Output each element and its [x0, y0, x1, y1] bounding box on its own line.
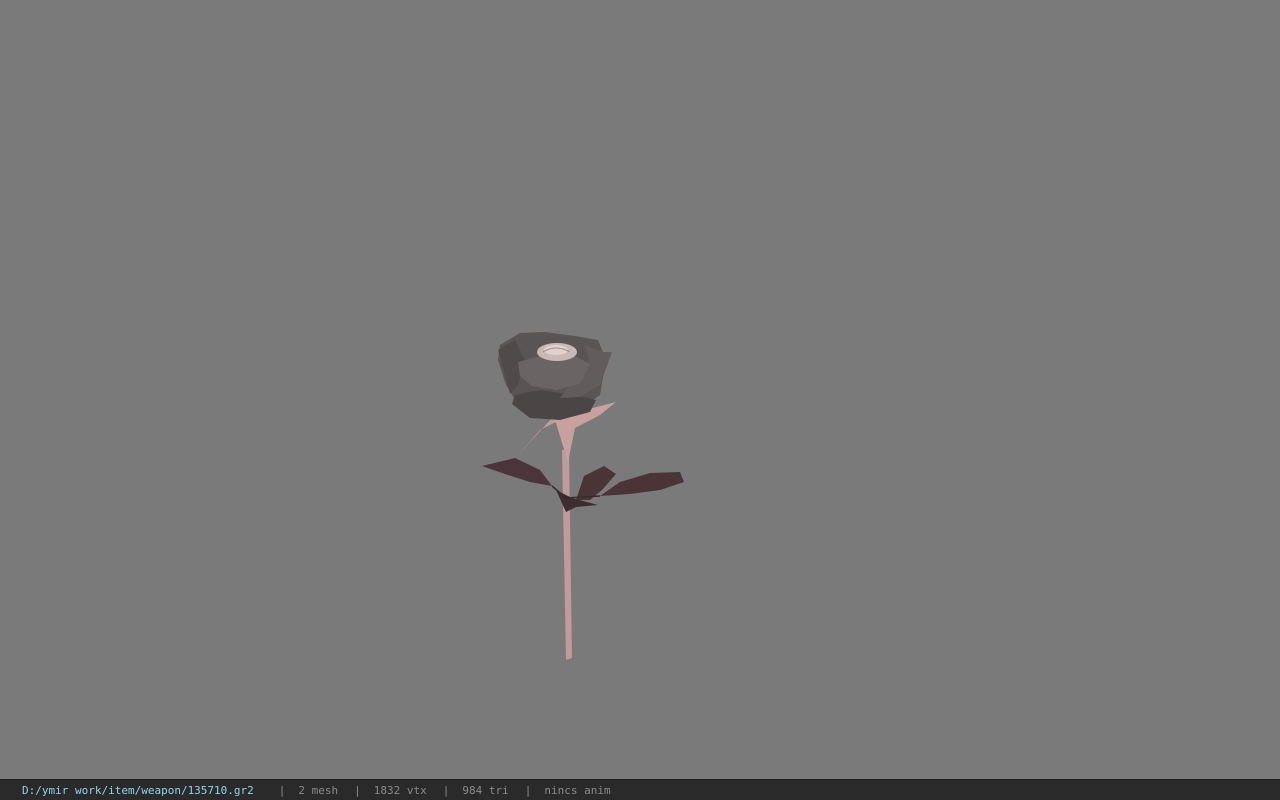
status-bar: D:/ymir work/item/weapon/135710.gr2 | 2 … [0, 779, 1280, 800]
3d-viewport[interactable] [0, 0, 1280, 779]
status-separator: | [442, 783, 450, 797]
status-separator: | [354, 783, 361, 797]
rose-sepal-left [518, 418, 560, 455]
animation-status-label: nincs anim [544, 783, 611, 797]
triangle-count-label: 984 tri [462, 783, 509, 797]
status-separator: | [278, 783, 286, 797]
vertex-count-label: 1832 vtx [373, 783, 427, 797]
file-path-label: D:/ymir work/item/weapon/135710.gr2 [22, 783, 254, 797]
status-separator: | [524, 783, 532, 797]
rose-stem [562, 450, 572, 660]
rose-leaf-left [482, 458, 552, 486]
mesh-count-label: 2 mesh [298, 783, 339, 797]
rose-model [482, 332, 684, 660]
